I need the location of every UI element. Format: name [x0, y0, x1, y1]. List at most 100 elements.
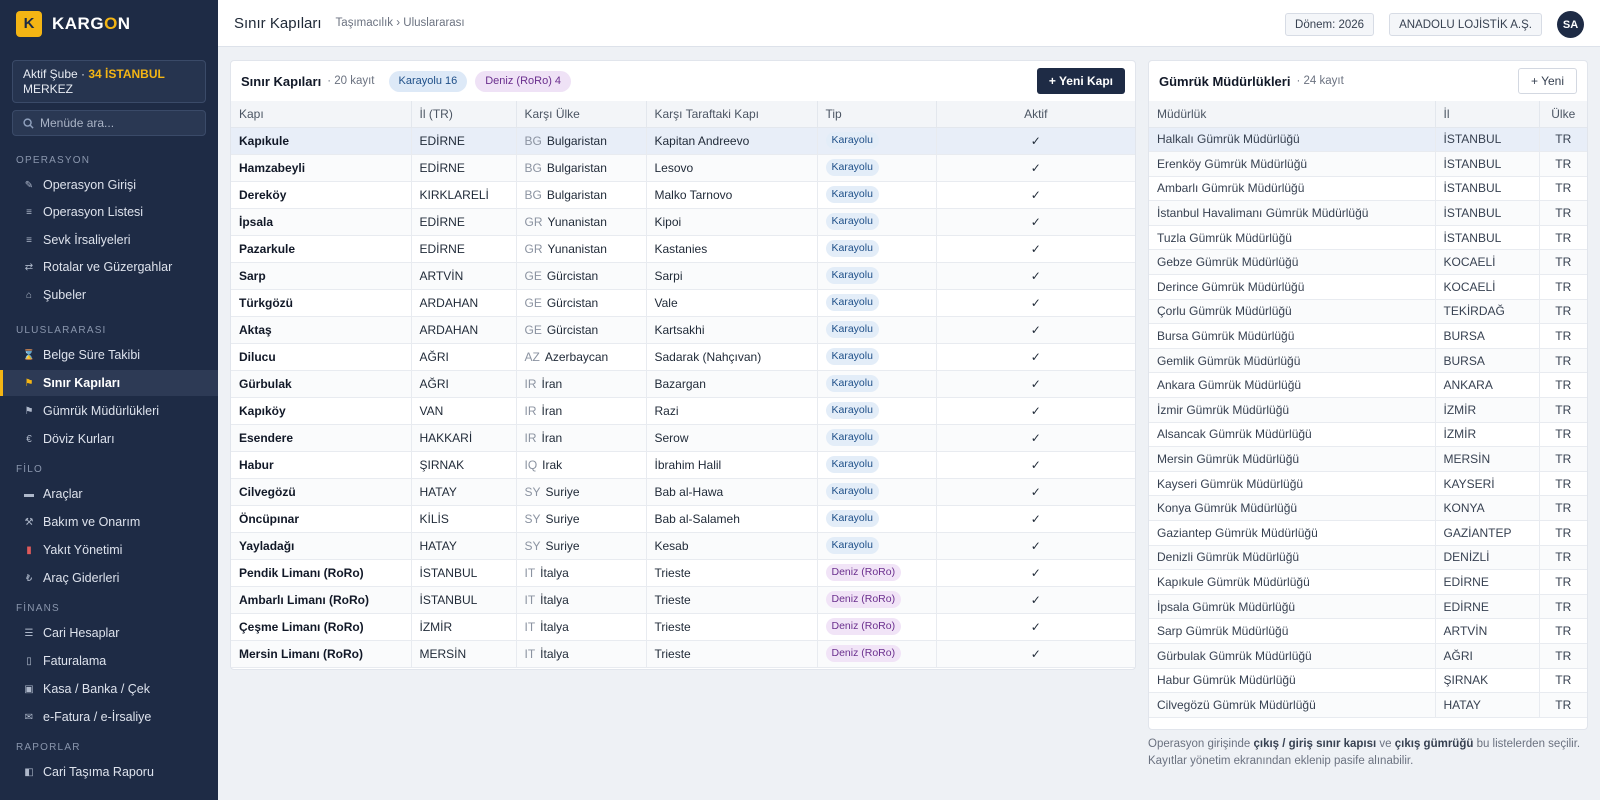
table-row[interactable]: Çeşme Limanı (RoRo) İZMİR IT İtalya Trieste D… — [231, 613, 1135, 641]
table-row[interactable]: Yayladağı HATAY SY Suriye Kesab Karayolu ✓ — [231, 532, 1135, 560]
table-row[interactable]: Habur ŞIRNAK IQ Irak İbrahim Halil Karayolu ✓ — [231, 451, 1135, 479]
col-header-city[interactable]: İl (TR) — [411, 101, 517, 128]
table-row[interactable]: Aktaş ARDAHAN GE Gürcistan Kartsakhi Karayolu… — [231, 316, 1135, 344]
table-row[interactable]: Pendik Limanı (RoRo) İSTANBUL IT İtalya Trie… — [231, 559, 1135, 587]
gate-name: Dilucu — [231, 343, 412, 371]
col-header-country[interactable]: Karşı Ülke — [516, 101, 647, 128]
table-row[interactable]: Öncüpınar KİLİS SY Suriye Bab al-Salameh Kara… — [231, 505, 1135, 533]
filter-sea-pill[interactable]: Deniz (RoRo) 4 — [475, 70, 572, 92]
filter-road-pill[interactable]: Karayolu 16 — [388, 70, 468, 92]
table-row[interactable]: Dereköy KIRKLARELİ BG Bulgaristan Malko Tarn… — [231, 181, 1135, 209]
table-row[interactable]: Hamzabeyli EDİRNE BG Bulgaristan Lesovo Karay… — [231, 154, 1135, 182]
nav-belge-sure-takibi[interactable]: ⌛ Belge Süre Takibi — [0, 342, 218, 368]
table-row[interactable]: Ankara Gümrük Müdürlüğü ANKARA TR — [1149, 372, 1587, 399]
table-row[interactable]: Tuzla Gümrük Müdürlüğü İSTANBUL TR — [1149, 225, 1587, 251]
gate-country-cell: IQ Irak — [516, 451, 647, 479]
table-row[interactable]: Türkgözü ARDAHAN GE Gürcistan Vale Karayolu ✓ — [231, 289, 1135, 317]
gate-city: HAKKARİ — [411, 424, 517, 452]
table-row[interactable]: Dilucu AĞRI AZ Azerbaycan Sadarak (Nahçıvan)… — [231, 343, 1135, 371]
col-header-active[interactable]: Aktif — [936, 101, 1135, 128]
table-row[interactable]: Bursa Gümrük Müdürlüğü BURSA TR — [1149, 323, 1587, 349]
customs-office-city: MERSİN — [1435, 446, 1540, 472]
gate-name: Pazarkule — [231, 235, 412, 263]
gate-active-check: ✓ — [936, 235, 1135, 263]
nav-gumruk-mudurlukleri[interactable]: ⚑ Gümrük Müdürlükleri — [0, 398, 218, 424]
nav-doviz-kurlari[interactable]: € Döviz Kurları — [0, 426, 218, 452]
table-row[interactable]: Çorlu Gümrük Müdürlüğü TEKİRDAĞ TR — [1149, 299, 1587, 325]
table-row[interactable]: Habur Gümrük Müdürlüğü ŞIRNAK TR — [1149, 668, 1587, 694]
table-row[interactable]: Ambarlı Gümrük Müdürlüğü İSTANBUL TR — [1149, 176, 1587, 202]
customs-office-country: TR — [1539, 348, 1587, 374]
nav-sevk-irsaliyeleri[interactable]: ≡ Sevk İrsaliyeleri — [0, 227, 218, 253]
nav-sinir-kapilari[interactable]: ⚑ Sınır Kapıları — [0, 370, 218, 396]
nav-faturalama[interactable]: ▯ Faturalama — [0, 648, 218, 674]
route-icon: ⇄ — [24, 261, 34, 273]
new-gate-button[interactable]: + Yeni Kapı — [1036, 68, 1125, 94]
gate-type-cell: Karayolu — [817, 424, 937, 452]
table-row[interactable]: Cilvegözü HATAY SY Suriye Bab al-Hawa Karayol… — [231, 478, 1135, 506]
table-row[interactable]: Kapıköy VAN IR İran Razi Karayolu ✓ — [231, 397, 1135, 425]
table-row[interactable]: Ambarlı Limanı (RoRo) İSTANBUL IT İtalya Tri… — [231, 586, 1135, 614]
gate-other-side: Kastanies — [646, 235, 818, 263]
nav-araclar[interactable]: ▬ Araçlar — [0, 481, 218, 507]
table-row[interactable]: Mersin Limanı (RoRo) MERSİN IT İtalya Triest… — [231, 640, 1135, 668]
nav-cari-tasima-raporu[interactable]: ◧ Cari Taşıma Raporu — [0, 759, 218, 785]
table-row[interactable]: Denizli Gümrük Müdürlüğü DENİZLİ TR — [1149, 545, 1587, 571]
border-gates-count: · 20 kayıt — [327, 75, 375, 87]
table-row[interactable]: Derince Gümrük Müdürlüğü KOCAELİ TR — [1149, 274, 1587, 300]
table-row[interactable]: Esendere HAKKARİ IR İran Serow Karayolu ✓ — [231, 424, 1135, 452]
gate-active-check: ✓ — [936, 478, 1135, 506]
menu-search-input[interactable] — [40, 116, 190, 130]
table-row[interactable]: Mersin Gümrük Müdürlüğü MERSİN TR — [1149, 446, 1587, 472]
avatar[interactable]: SA — [1557, 11, 1584, 38]
gate-other-side: Kesab — [646, 532, 818, 560]
table-row[interactable]: Konya Gümrük Müdürlüğü KONYA TR — [1149, 495, 1587, 521]
period-selector[interactable]: Dönem: 2026 — [1285, 13, 1375, 36]
nav-operasyon-girisi[interactable]: ✎ Operasyon Girişi — [0, 172, 218, 198]
menu-search[interactable] — [12, 110, 206, 136]
table-row[interactable]: Kayseri Gümrük Müdürlüğü KAYSERİ TR — [1149, 471, 1587, 497]
new-customs-button[interactable]: + Yeni — [1517, 68, 1577, 94]
brand[interactable]: K KARGON — [0, 0, 218, 47]
nav-subeler[interactable]: ⌂ Şubeler — [0, 282, 218, 308]
gate-other-side: Bab al-Salameh — [646, 505, 818, 533]
table-row[interactable]: Cilvegözü Gümrük Müdürlüğü HATAY TR — [1149, 692, 1587, 718]
country-name: Yunanistan — [547, 214, 607, 229]
col-header-office[interactable]: Müdürlük — [1149, 101, 1436, 128]
active-branch-selector[interactable]: Aktif Şube · 34 İSTANBUL MERKEZ — [12, 60, 206, 103]
nav-e-fatura[interactable]: ✉ e-Fatura / e-İrsaliye — [0, 704, 218, 730]
nav-operasyon-listesi[interactable]: ≡ Operasyon Listesi — [0, 199, 218, 225]
col-header-country[interactable]: Ülke — [1539, 101, 1587, 128]
table-row[interactable]: Pazarkule EDİRNE GR Yunanistan Kastanies Kara… — [231, 235, 1135, 263]
table-row[interactable]: İstanbul Havalimanı Gümrük Müdürlüğü İSTA… — [1149, 200, 1587, 226]
table-row[interactable]: İpsala EDİRNE GR Yunanistan Kipoi Karayolu ✓ — [231, 208, 1135, 236]
table-row[interactable]: Gemlik Gümrük Müdürlüğü BURSA TR — [1149, 348, 1587, 374]
customs-office-country: TR — [1539, 569, 1587, 595]
table-row[interactable]: Kapıkule EDİRNE BG Bulgaristan Kapitan Andre… — [231, 127, 1135, 155]
nav-arac-giderleri[interactable]: ₺ Araç Giderleri — [0, 565, 218, 591]
table-row[interactable]: Gürbulak Gümrük Müdürlüğü AĞRI TR — [1149, 643, 1587, 669]
country-code: GE — [524, 295, 542, 310]
col-header-city[interactable]: İl — [1435, 101, 1540, 128]
table-row[interactable]: Alsancak Gümrük Müdürlüğü İZMİR TR — [1149, 422, 1587, 448]
table-row[interactable]: Gaziantep Gümrük Müdürlüğü GAZİANTEP TR — [1149, 520, 1587, 546]
nav-bakim-onarim[interactable]: ⚒ Bakım ve Onarım — [0, 509, 218, 535]
table-row[interactable]: Kapıkule Gümrük Müdürlüğü EDİRNE TR — [1149, 569, 1587, 595]
col-header-other-gate[interactable]: Karşı Taraftaki Kapı — [646, 101, 818, 128]
nav-yakit-yonetimi[interactable]: ▮ Yakıt Yönetimi — [0, 537, 218, 563]
nav-kasa-banka-cek[interactable]: ▣ Kasa / Banka / Çek — [0, 676, 218, 702]
table-row[interactable]: Gebze Gümrük Müdürlüğü KOCAELİ TR — [1149, 249, 1587, 276]
nav-rotalar[interactable]: ⇄ Rotalar ve Güzergahlar — [0, 254, 218, 280]
table-row[interactable]: İzmir Gümrük Müdürlüğü İZMİR TR — [1149, 397, 1587, 423]
table-row[interactable]: Gürbulak AĞRI IR İran Bazargan Karayolu ✓ — [231, 370, 1135, 398]
col-header-type[interactable]: Tip — [817, 101, 937, 128]
table-row[interactable]: Sarp ARTVİN GE Gürcistan Sarpi Karayolu ✓ — [231, 262, 1135, 290]
table-row[interactable]: Sarp Gümrük Müdürlüğü ARTVİN TR — [1149, 618, 1587, 644]
company-selector[interactable]: ANADOLU LOJİSTİK A.Ş. — [1389, 13, 1542, 36]
table-row[interactable]: Erenköy Gümrük Müdürlüğü İSTANBUL TR — [1149, 151, 1587, 177]
col-header-gate[interactable]: Kapı — [231, 101, 412, 128]
table-row[interactable]: İpsala Gümrük Müdürlüğü EDİRNE TR — [1149, 594, 1587, 620]
gate-city: AĞRI — [411, 343, 517, 371]
nav-cari-hesaplar[interactable]: ☰ Cari Hesaplar — [0, 620, 218, 646]
table-row[interactable]: Halkalı Gümrük Müdürlüğü İSTANBUL TR — [1149, 127, 1587, 153]
